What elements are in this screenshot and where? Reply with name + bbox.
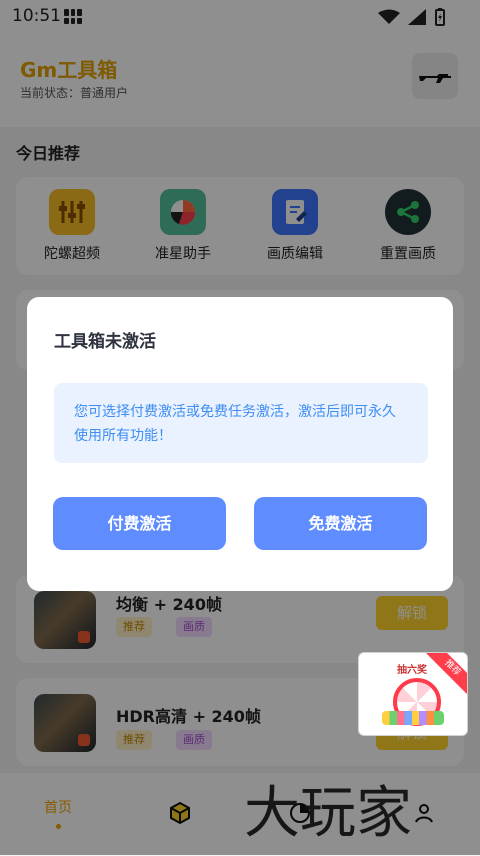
free-activation-button[interactable]: 免费激活 xyxy=(254,497,427,550)
lottery-widget[interactable]: 抽六奖 推荐 xyxy=(358,652,468,736)
activation-modal: 工具箱未激活 您可选择付费激活或免费任务激活，激活后即可永久使用所有功能！ 付费… xyxy=(27,297,453,591)
watermark: 大玩家 xyxy=(244,781,412,846)
lottery-title: 抽六奖 xyxy=(397,665,427,676)
modal-message: 您可选择付费激活或免费任务激活，激活后即可永久使用所有功能！ xyxy=(54,383,428,463)
modal-title: 工具箱未激活 xyxy=(54,332,156,352)
gifts-icon xyxy=(382,711,444,725)
paid-activation-button[interactable]: 付费激活 xyxy=(53,497,226,550)
